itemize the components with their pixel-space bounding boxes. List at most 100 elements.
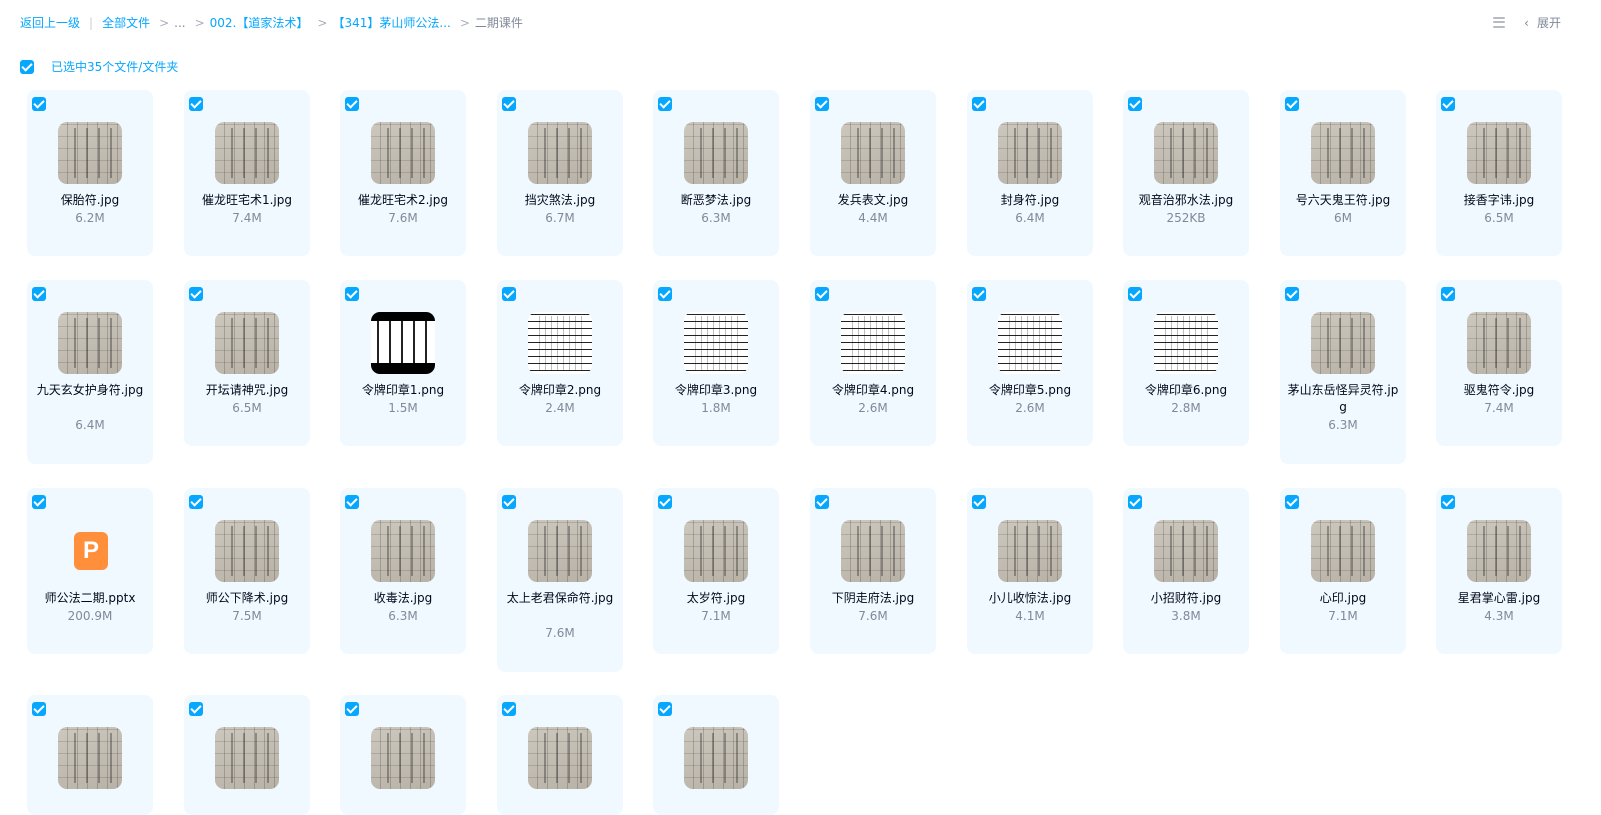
file-checkbox[interactable] bbox=[815, 97, 829, 111]
file-name[interactable]: 挡灾煞法.jpg bbox=[501, 192, 619, 209]
file-checkbox[interactable] bbox=[1285, 287, 1299, 301]
file-checkbox[interactable] bbox=[345, 702, 359, 716]
file-card[interactable]: 挡灾煞法.jpg 6.7M bbox=[497, 90, 623, 256]
file-name[interactable]: 断恶梦法.jpg bbox=[657, 192, 775, 209]
file-checkbox[interactable] bbox=[1128, 495, 1142, 509]
file-card[interactable]: 小招财符.jpg 3.8M bbox=[1123, 488, 1249, 654]
file-name[interactable]: 接香字讳.jpg bbox=[1440, 192, 1558, 209]
file-checkbox[interactable] bbox=[972, 287, 986, 301]
breadcrumb-all-files[interactable]: 全部文件 bbox=[102, 14, 150, 31]
file-name[interactable]: 封身符.jpg bbox=[971, 192, 1089, 209]
file-card[interactable]: 令牌印章4.png 2.6M bbox=[810, 280, 936, 446]
file-checkbox[interactable] bbox=[502, 97, 516, 111]
file-checkbox[interactable] bbox=[1128, 287, 1142, 301]
image-thumbnail[interactable] bbox=[215, 122, 279, 184]
image-thumbnail[interactable] bbox=[841, 122, 905, 184]
file-card[interactable]: 令牌印章1.png 1.5M bbox=[340, 280, 466, 446]
file-card[interactable]: P 师公法二期.pptx 200.9M bbox=[27, 488, 153, 654]
file-card[interactable] bbox=[497, 695, 623, 815]
file-card[interactable]: 催龙旺宅术2.jpg 7.6M bbox=[340, 90, 466, 256]
file-name[interactable]: 保胎符.jpg bbox=[31, 192, 149, 209]
file-card[interactable]: 开坛请神咒.jpg 6.5M bbox=[184, 280, 310, 446]
file-name[interactable]: 催龙旺宅术2.jpg bbox=[344, 192, 462, 209]
image-thumbnail[interactable] bbox=[528, 727, 592, 789]
image-thumbnail[interactable] bbox=[215, 312, 279, 374]
file-card[interactable]: 驱鬼符令.jpg 7.4M bbox=[1436, 280, 1562, 446]
image-thumbnail[interactable] bbox=[1154, 122, 1218, 184]
image-thumbnail[interactable] bbox=[841, 520, 905, 582]
image-thumbnail[interactable] bbox=[528, 520, 592, 582]
file-name[interactable]: 太上老君保命符.jpg bbox=[501, 590, 619, 607]
file-name[interactable]: 师公法二期.pptx bbox=[31, 590, 149, 607]
file-card[interactable]: 观音治邪水法.jpg 252KB bbox=[1123, 90, 1249, 256]
file-card[interactable] bbox=[184, 695, 310, 815]
file-card[interactable]: 断恶梦法.jpg 6.3M bbox=[653, 90, 779, 256]
file-checkbox[interactable] bbox=[658, 702, 672, 716]
image-thumbnail[interactable] bbox=[371, 312, 435, 374]
file-card[interactable]: 茅山东岳怪异灵符.jpg 6.3M bbox=[1280, 280, 1406, 464]
file-card[interactable]: 令牌印章2.png 2.4M bbox=[497, 280, 623, 446]
expand-button[interactable]: 展开 bbox=[1537, 14, 1561, 31]
file-card[interactable] bbox=[340, 695, 466, 815]
image-thumbnail[interactable] bbox=[1467, 122, 1531, 184]
file-checkbox[interactable] bbox=[658, 97, 672, 111]
file-name[interactable]: 号六天鬼王符.jpg bbox=[1284, 192, 1402, 209]
file-name[interactable]: 星君掌心雷.jpg bbox=[1440, 590, 1558, 607]
file-name[interactable]: 九天玄女护身符.jpg bbox=[31, 382, 149, 399]
file-name[interactable]: 收毒法.jpg bbox=[344, 590, 462, 607]
file-checkbox[interactable] bbox=[1285, 97, 1299, 111]
image-thumbnail[interactable] bbox=[371, 520, 435, 582]
image-thumbnail[interactable] bbox=[684, 727, 748, 789]
file-checkbox[interactable] bbox=[1441, 495, 1455, 509]
image-thumbnail[interactable] bbox=[998, 122, 1062, 184]
file-checkbox[interactable] bbox=[972, 97, 986, 111]
file-checkbox[interactable] bbox=[32, 495, 46, 509]
file-checkbox[interactable] bbox=[815, 495, 829, 509]
file-name[interactable]: 令牌印章1.png bbox=[344, 382, 462, 399]
file-name[interactable]: 发兵表文.jpg bbox=[814, 192, 932, 209]
image-thumbnail[interactable] bbox=[1154, 312, 1218, 374]
file-checkbox[interactable] bbox=[32, 702, 46, 716]
file-checkbox[interactable] bbox=[502, 287, 516, 301]
image-thumbnail[interactable] bbox=[998, 520, 1062, 582]
file-name[interactable]: 下阴走府法.jpg bbox=[814, 590, 932, 607]
image-thumbnail[interactable] bbox=[371, 727, 435, 789]
file-checkbox[interactable] bbox=[658, 495, 672, 509]
file-name[interactable]: 驱鬼符令.jpg bbox=[1440, 382, 1558, 399]
file-card[interactable]: 星君掌心雷.jpg 4.3M bbox=[1436, 488, 1562, 654]
image-thumbnail[interactable] bbox=[684, 122, 748, 184]
image-thumbnail[interactable] bbox=[58, 727, 122, 789]
file-card[interactable]: 下阴走府法.jpg 7.6M bbox=[810, 488, 936, 654]
file-card[interactable]: 小儿收惊法.jpg 4.1M bbox=[967, 488, 1093, 654]
file-name[interactable]: 令牌印章3.png bbox=[657, 382, 775, 399]
image-thumbnail[interactable] bbox=[1467, 520, 1531, 582]
file-card[interactable]: 收毒法.jpg 6.3M bbox=[340, 488, 466, 654]
breadcrumb-folder-daojia[interactable]: 002.【道家法术】 bbox=[210, 14, 309, 31]
file-card[interactable]: 令牌印章3.png 1.8M bbox=[653, 280, 779, 446]
image-thumbnail[interactable] bbox=[998, 312, 1062, 374]
image-thumbnail[interactable] bbox=[684, 520, 748, 582]
image-thumbnail[interactable] bbox=[528, 122, 592, 184]
file-checkbox[interactable] bbox=[189, 97, 203, 111]
file-checkbox[interactable] bbox=[1441, 287, 1455, 301]
file-card[interactable]: 封身符.jpg 6.4M bbox=[967, 90, 1093, 256]
file-checkbox[interactable] bbox=[502, 702, 516, 716]
file-checkbox[interactable] bbox=[345, 495, 359, 509]
file-name[interactable]: 太岁符.jpg bbox=[657, 590, 775, 607]
file-name[interactable]: 师公下降术.jpg bbox=[188, 590, 306, 607]
image-thumbnail[interactable] bbox=[1311, 520, 1375, 582]
image-thumbnail[interactable] bbox=[1467, 312, 1531, 374]
file-checkbox[interactable] bbox=[1285, 495, 1299, 509]
image-thumbnail[interactable] bbox=[1154, 520, 1218, 582]
file-card[interactable]: 保胎符.jpg 6.2M bbox=[27, 90, 153, 256]
file-name[interactable]: 小招财符.jpg bbox=[1127, 590, 1245, 607]
file-checkbox[interactable] bbox=[502, 495, 516, 509]
image-thumbnail[interactable] bbox=[58, 122, 122, 184]
image-thumbnail[interactable] bbox=[841, 312, 905, 374]
file-name[interactable]: 小儿收惊法.jpg bbox=[971, 590, 1089, 607]
breadcrumb-ellipsis[interactable]: ... bbox=[174, 16, 185, 30]
file-name[interactable]: 令牌印章2.png bbox=[501, 382, 619, 399]
image-thumbnail[interactable] bbox=[1311, 312, 1375, 374]
file-name[interactable]: 催龙旺宅术1.jpg bbox=[188, 192, 306, 209]
file-card[interactable]: 号六天鬼王符.jpg 6M bbox=[1280, 90, 1406, 256]
